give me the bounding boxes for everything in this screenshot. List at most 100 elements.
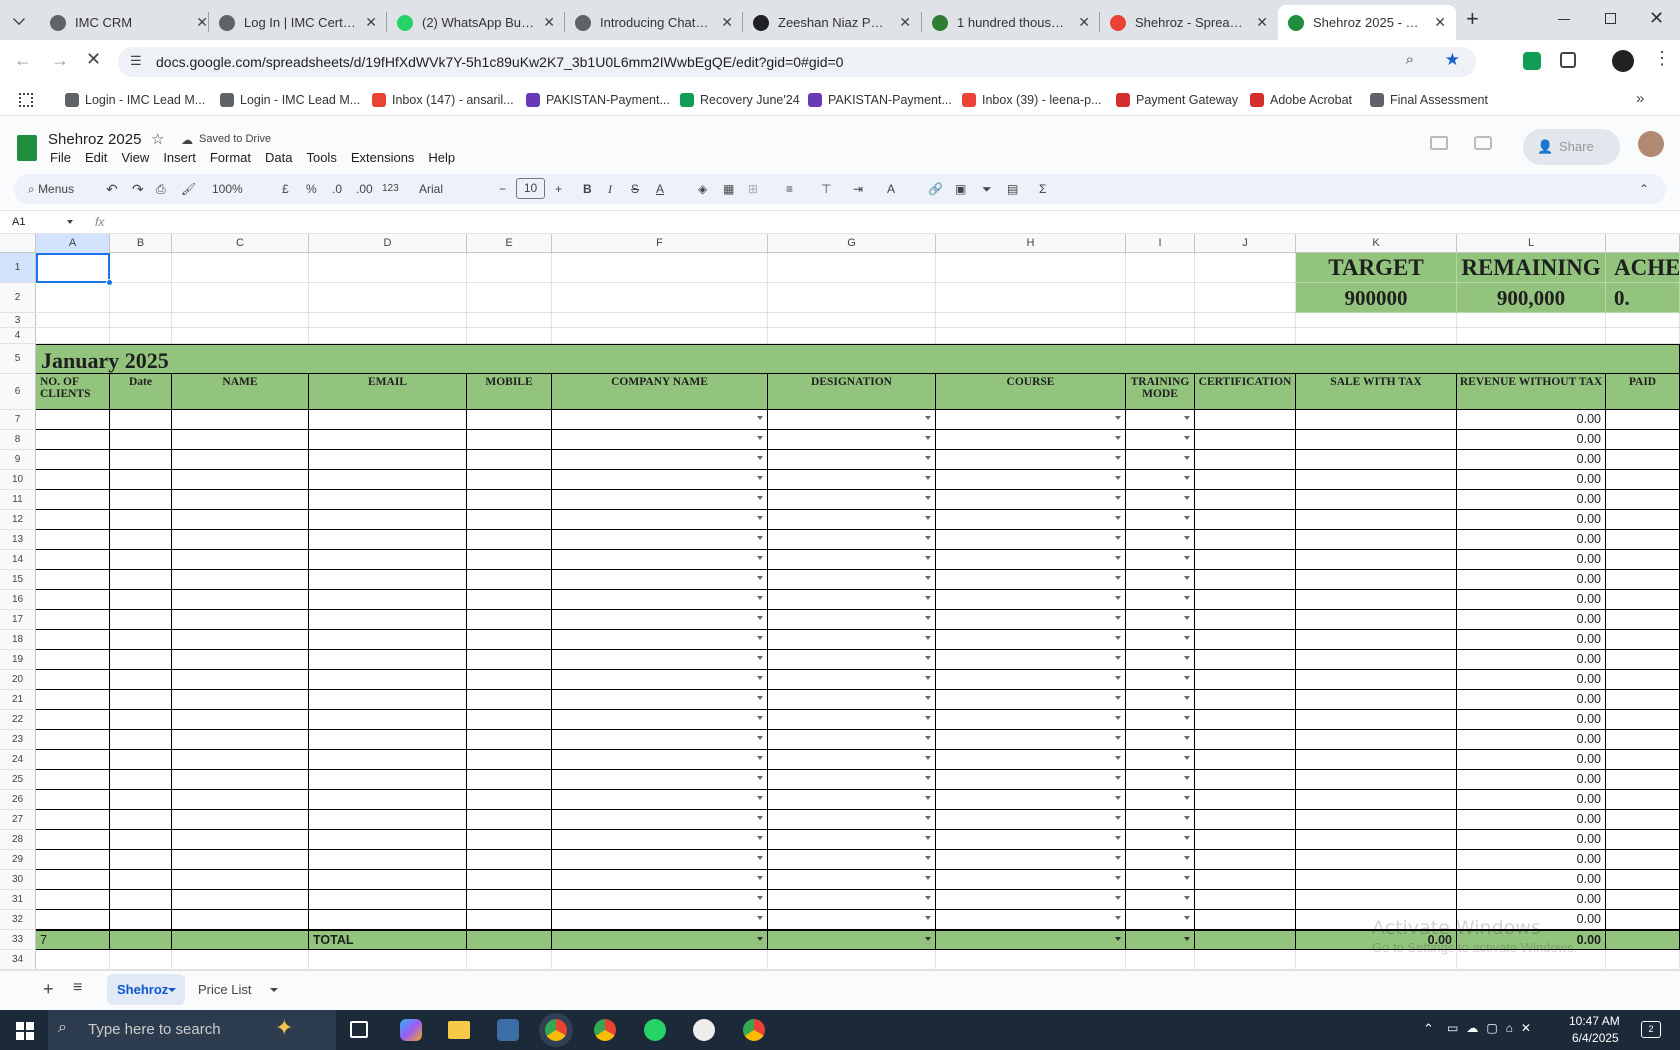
dropdown-arrow-icon[interactable]: [925, 576, 931, 580]
data-cell[interactable]: [467, 730, 552, 750]
dropdown-arrow-icon[interactable]: [925, 436, 931, 440]
dropdown-arrow-icon[interactable]: [757, 416, 763, 420]
data-cell[interactable]: [768, 810, 936, 830]
data-cell[interactable]: [36, 510, 110, 530]
data-cell[interactable]: [110, 790, 172, 810]
grid-cell[interactable]: [110, 283, 172, 313]
data-cell[interactable]: [36, 650, 110, 670]
data-cell[interactable]: [1195, 450, 1296, 470]
data-cell[interactable]: [1606, 790, 1680, 810]
data-cell[interactable]: 0.00: [1457, 530, 1606, 550]
name-box[interactable]: A1: [12, 216, 25, 228]
data-cell[interactable]: [1195, 770, 1296, 790]
data-cell[interactable]: [1195, 870, 1296, 890]
dropdown-arrow-icon[interactable]: [1115, 716, 1121, 720]
data-cell[interactable]: [552, 890, 768, 910]
data-cell[interactable]: [768, 430, 936, 450]
dropdown-arrow-icon[interactable]: [1184, 536, 1190, 540]
data-cell[interactable]: [1126, 470, 1195, 490]
data-cell[interactable]: [936, 530, 1126, 550]
data-cell[interactable]: [1606, 750, 1680, 770]
data-cell[interactable]: [36, 910, 110, 930]
star-icon[interactable]: ☆: [151, 130, 164, 148]
data-cell[interactable]: [768, 870, 936, 890]
grid-cell[interactable]: [936, 950, 1126, 970]
grid-cell[interactable]: [467, 283, 552, 313]
insert-comment-icon[interactable]: ▣: [955, 179, 966, 199]
comments-icon[interactable]: [1430, 136, 1448, 150]
grid-cell[interactable]: [768, 313, 936, 328]
row-header[interactable]: 4: [0, 328, 36, 344]
data-cell[interactable]: [110, 730, 172, 750]
data-cell[interactable]: [1606, 470, 1680, 490]
new-tab-button[interactable]: +: [1466, 6, 1479, 32]
dropdown-arrow-icon[interactable]: [1184, 937, 1190, 941]
data-cell[interactable]: [768, 590, 936, 610]
data-cell[interactable]: [467, 550, 552, 570]
data-cell[interactable]: [309, 910, 467, 930]
data-cell[interactable]: [1126, 710, 1195, 730]
data-cell[interactable]: [1126, 890, 1195, 910]
data-cell[interactable]: [1126, 810, 1195, 830]
data-cell[interactable]: [1195, 790, 1296, 810]
data-cell[interactable]: [1195, 730, 1296, 750]
data-cell[interactable]: [36, 630, 110, 650]
dropdown-arrow-icon[interactable]: [925, 516, 931, 520]
dropdown-arrow-icon[interactable]: [925, 876, 931, 880]
column-header-partial[interactable]: [1606, 234, 1680, 253]
font-select[interactable]: Arial: [419, 179, 443, 199]
italic-icon[interactable]: I: [608, 179, 612, 199]
data-cell[interactable]: [36, 430, 110, 450]
add-sheet-icon[interactable]: +: [43, 979, 54, 1000]
increase-font-icon[interactable]: +: [555, 179, 562, 199]
dropdown-arrow-icon[interactable]: [925, 456, 931, 460]
data-cell[interactable]: [1126, 530, 1195, 550]
data-cell[interactable]: [36, 790, 110, 810]
data-cell[interactable]: 0.00: [1457, 730, 1606, 750]
data-cell[interactable]: [467, 470, 552, 490]
data-cell[interactable]: [768, 630, 936, 650]
data-cell[interactable]: [110, 670, 172, 690]
data-cell[interactable]: [1126, 630, 1195, 650]
data-cell[interactable]: [110, 890, 172, 910]
increase-decimal-button[interactable]: .00: [356, 179, 373, 199]
data-cell[interactable]: [110, 690, 172, 710]
data-cell[interactable]: [1606, 830, 1680, 850]
data-cell[interactable]: [172, 430, 309, 450]
row-header[interactable]: 29: [0, 850, 36, 870]
tray-chevron-icon[interactable]: ⌃: [1423, 1021, 1434, 1037]
dropdown-arrow-icon[interactable]: [757, 776, 763, 780]
data-cell[interactable]: [1606, 510, 1680, 530]
bookmark-item[interactable]: Inbox (147) - ansaril...: [372, 90, 514, 110]
data-cell[interactable]: 0.00: [1457, 430, 1606, 450]
data-cell[interactable]: [1296, 590, 1457, 610]
data-cell[interactable]: [309, 850, 467, 870]
data-cell[interactable]: [1606, 890, 1680, 910]
user-avatar[interactable]: [1638, 131, 1664, 157]
restore-icon[interactable]: [1605, 13, 1616, 24]
dropdown-arrow-icon[interactable]: [925, 536, 931, 540]
dropdown-arrow-icon[interactable]: [925, 696, 931, 700]
dropdown-arrow-icon[interactable]: [1184, 876, 1190, 880]
dropdown-arrow-icon[interactable]: [1184, 436, 1190, 440]
data-cell[interactable]: 0.00: [1457, 870, 1606, 890]
dropdown-arrow-icon[interactable]: [1115, 476, 1121, 480]
grid-cell[interactable]: [309, 950, 467, 970]
dropdown-arrow-icon[interactable]: [1184, 636, 1190, 640]
filter-views-icon[interactable]: ▤: [1007, 179, 1018, 199]
data-cell[interactable]: [1195, 890, 1296, 910]
dropdown-arrow-icon[interactable]: [1115, 876, 1121, 880]
data-cell[interactable]: [768, 770, 936, 790]
grid-cell[interactable]: [36, 950, 110, 970]
dropdown-arrow-icon[interactable]: [757, 916, 763, 920]
data-cell[interactable]: [172, 830, 309, 850]
data-cell[interactable]: [552, 430, 768, 450]
grid-cell[interactable]: [172, 283, 309, 313]
tab-close-icon[interactable]: ✕: [1256, 14, 1268, 31]
bookmark-item[interactable]: Recovery June'24: [680, 90, 800, 110]
data-cell[interactable]: [936, 450, 1126, 470]
data-cell[interactable]: [1296, 830, 1457, 850]
data-cell[interactable]: [768, 510, 936, 530]
dropdown-arrow-icon[interactable]: [757, 436, 763, 440]
dropdown-arrow-icon[interactable]: [1115, 937, 1121, 941]
